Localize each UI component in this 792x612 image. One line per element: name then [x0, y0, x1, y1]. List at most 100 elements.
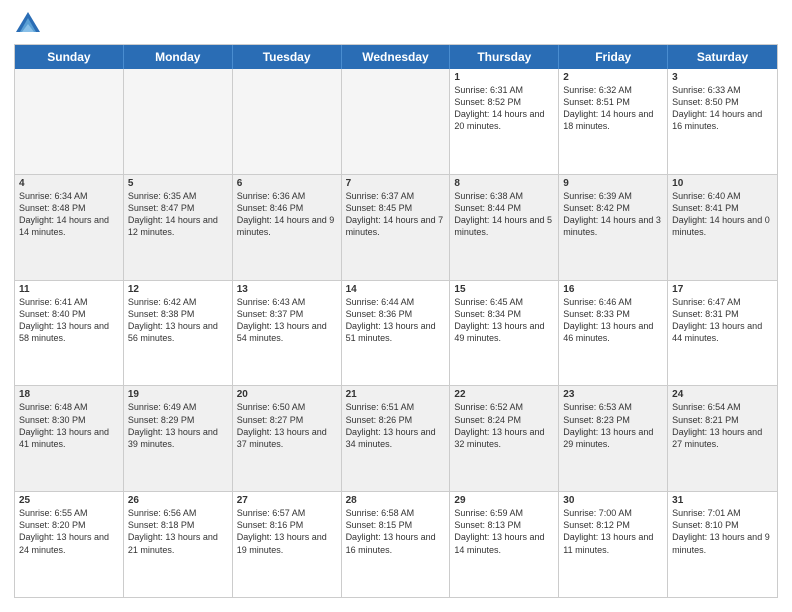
day-number: 26	[128, 495, 228, 506]
header-day-sunday: Sunday	[15, 45, 124, 69]
empty-cell	[124, 69, 233, 174]
day-info: Sunrise: 7:01 AM Sunset: 8:10 PM Dayligh…	[672, 507, 773, 556]
day-info: Sunrise: 6:45 AM Sunset: 8:34 PM Dayligh…	[454, 296, 554, 345]
day-number: 30	[563, 495, 663, 506]
day-cell-17: 17Sunrise: 6:47 AM Sunset: 8:31 PM Dayli…	[668, 281, 777, 386]
day-cell-21: 21Sunrise: 6:51 AM Sunset: 8:26 PM Dayli…	[342, 386, 451, 491]
day-info: Sunrise: 6:33 AM Sunset: 8:50 PM Dayligh…	[672, 84, 773, 133]
day-info: Sunrise: 6:37 AM Sunset: 8:45 PM Dayligh…	[346, 190, 446, 239]
header-day-monday: Monday	[124, 45, 233, 69]
day-cell-13: 13Sunrise: 6:43 AM Sunset: 8:37 PM Dayli…	[233, 281, 342, 386]
day-cell-26: 26Sunrise: 6:56 AM Sunset: 8:18 PM Dayli…	[124, 492, 233, 597]
day-number: 16	[563, 284, 663, 295]
page: SundayMondayTuesdayWednesdayThursdayFrid…	[0, 0, 792, 612]
day-cell-14: 14Sunrise: 6:44 AM Sunset: 8:36 PM Dayli…	[342, 281, 451, 386]
day-number: 17	[672, 284, 773, 295]
day-number: 11	[19, 284, 119, 295]
day-info: Sunrise: 6:39 AM Sunset: 8:42 PM Dayligh…	[563, 190, 663, 239]
calendar-row-5: 25Sunrise: 6:55 AM Sunset: 8:20 PM Dayli…	[15, 491, 777, 597]
day-number: 14	[346, 284, 446, 295]
day-cell-11: 11Sunrise: 6:41 AM Sunset: 8:40 PM Dayli…	[15, 281, 124, 386]
day-cell-31: 31Sunrise: 7:01 AM Sunset: 8:10 PM Dayli…	[668, 492, 777, 597]
day-cell-20: 20Sunrise: 6:50 AM Sunset: 8:27 PM Dayli…	[233, 386, 342, 491]
day-cell-3: 3Sunrise: 6:33 AM Sunset: 8:50 PM Daylig…	[668, 69, 777, 174]
day-number: 19	[128, 389, 228, 400]
day-number: 28	[346, 495, 446, 506]
day-info: Sunrise: 6:40 AM Sunset: 8:41 PM Dayligh…	[672, 190, 773, 239]
day-cell-23: 23Sunrise: 6:53 AM Sunset: 8:23 PM Dayli…	[559, 386, 668, 491]
day-number: 9	[563, 178, 663, 189]
logo	[14, 10, 46, 38]
header-day-tuesday: Tuesday	[233, 45, 342, 69]
day-number: 24	[672, 389, 773, 400]
day-cell-30: 30Sunrise: 7:00 AM Sunset: 8:12 PM Dayli…	[559, 492, 668, 597]
day-number: 12	[128, 284, 228, 295]
day-cell-15: 15Sunrise: 6:45 AM Sunset: 8:34 PM Dayli…	[450, 281, 559, 386]
day-info: Sunrise: 6:53 AM Sunset: 8:23 PM Dayligh…	[563, 401, 663, 450]
day-info: Sunrise: 6:56 AM Sunset: 8:18 PM Dayligh…	[128, 507, 228, 556]
day-cell-25: 25Sunrise: 6:55 AM Sunset: 8:20 PM Dayli…	[15, 492, 124, 597]
day-number: 20	[237, 389, 337, 400]
day-info: Sunrise: 6:52 AM Sunset: 8:24 PM Dayligh…	[454, 401, 554, 450]
empty-cell	[342, 69, 451, 174]
day-info: Sunrise: 6:54 AM Sunset: 8:21 PM Dayligh…	[672, 401, 773, 450]
day-number: 4	[19, 178, 119, 189]
logo-icon	[14, 10, 42, 38]
calendar-row-2: 4Sunrise: 6:34 AM Sunset: 8:48 PM Daylig…	[15, 174, 777, 280]
day-info: Sunrise: 6:36 AM Sunset: 8:46 PM Dayligh…	[237, 190, 337, 239]
day-info: Sunrise: 6:50 AM Sunset: 8:27 PM Dayligh…	[237, 401, 337, 450]
day-info: Sunrise: 7:00 AM Sunset: 8:12 PM Dayligh…	[563, 507, 663, 556]
day-info: Sunrise: 6:51 AM Sunset: 8:26 PM Dayligh…	[346, 401, 446, 450]
day-info: Sunrise: 6:32 AM Sunset: 8:51 PM Dayligh…	[563, 84, 663, 133]
calendar-row-4: 18Sunrise: 6:48 AM Sunset: 8:30 PM Dayli…	[15, 385, 777, 491]
day-info: Sunrise: 6:31 AM Sunset: 8:52 PM Dayligh…	[454, 84, 554, 133]
day-cell-4: 4Sunrise: 6:34 AM Sunset: 8:48 PM Daylig…	[15, 175, 124, 280]
day-number: 8	[454, 178, 554, 189]
day-cell-27: 27Sunrise: 6:57 AM Sunset: 8:16 PM Dayli…	[233, 492, 342, 597]
header	[14, 10, 778, 38]
calendar-row-3: 11Sunrise: 6:41 AM Sunset: 8:40 PM Dayli…	[15, 280, 777, 386]
day-cell-19: 19Sunrise: 6:49 AM Sunset: 8:29 PM Dayli…	[124, 386, 233, 491]
day-info: Sunrise: 6:42 AM Sunset: 8:38 PM Dayligh…	[128, 296, 228, 345]
day-number: 27	[237, 495, 337, 506]
day-info: Sunrise: 6:57 AM Sunset: 8:16 PM Dayligh…	[237, 507, 337, 556]
day-number: 22	[454, 389, 554, 400]
day-info: Sunrise: 6:47 AM Sunset: 8:31 PM Dayligh…	[672, 296, 773, 345]
day-number: 2	[563, 72, 663, 83]
day-info: Sunrise: 6:44 AM Sunset: 8:36 PM Dayligh…	[346, 296, 446, 345]
day-number: 3	[672, 72, 773, 83]
day-number: 13	[237, 284, 337, 295]
day-cell-29: 29Sunrise: 6:59 AM Sunset: 8:13 PM Dayli…	[450, 492, 559, 597]
calendar: SundayMondayTuesdayWednesdayThursdayFrid…	[14, 44, 778, 598]
day-cell-2: 2Sunrise: 6:32 AM Sunset: 8:51 PM Daylig…	[559, 69, 668, 174]
day-cell-18: 18Sunrise: 6:48 AM Sunset: 8:30 PM Dayli…	[15, 386, 124, 491]
empty-cell	[233, 69, 342, 174]
day-info: Sunrise: 6:55 AM Sunset: 8:20 PM Dayligh…	[19, 507, 119, 556]
calendar-header: SundayMondayTuesdayWednesdayThursdayFrid…	[15, 45, 777, 69]
day-cell-8: 8Sunrise: 6:38 AM Sunset: 8:44 PM Daylig…	[450, 175, 559, 280]
day-cell-28: 28Sunrise: 6:58 AM Sunset: 8:15 PM Dayli…	[342, 492, 451, 597]
day-info: Sunrise: 6:59 AM Sunset: 8:13 PM Dayligh…	[454, 507, 554, 556]
day-cell-22: 22Sunrise: 6:52 AM Sunset: 8:24 PM Dayli…	[450, 386, 559, 491]
day-number: 18	[19, 389, 119, 400]
day-number: 23	[563, 389, 663, 400]
header-day-saturday: Saturday	[668, 45, 777, 69]
day-number: 5	[128, 178, 228, 189]
calendar-body: 1Sunrise: 6:31 AM Sunset: 8:52 PM Daylig…	[15, 69, 777, 597]
calendar-row-1: 1Sunrise: 6:31 AM Sunset: 8:52 PM Daylig…	[15, 69, 777, 174]
day-cell-1: 1Sunrise: 6:31 AM Sunset: 8:52 PM Daylig…	[450, 69, 559, 174]
day-info: Sunrise: 6:48 AM Sunset: 8:30 PM Dayligh…	[19, 401, 119, 450]
header-day-wednesday: Wednesday	[342, 45, 451, 69]
day-cell-10: 10Sunrise: 6:40 AM Sunset: 8:41 PM Dayli…	[668, 175, 777, 280]
day-cell-6: 6Sunrise: 6:36 AM Sunset: 8:46 PM Daylig…	[233, 175, 342, 280]
day-info: Sunrise: 6:43 AM Sunset: 8:37 PM Dayligh…	[237, 296, 337, 345]
day-number: 15	[454, 284, 554, 295]
day-number: 7	[346, 178, 446, 189]
header-day-thursday: Thursday	[450, 45, 559, 69]
day-info: Sunrise: 6:49 AM Sunset: 8:29 PM Dayligh…	[128, 401, 228, 450]
day-cell-24: 24Sunrise: 6:54 AM Sunset: 8:21 PM Dayli…	[668, 386, 777, 491]
day-number: 6	[237, 178, 337, 189]
day-cell-12: 12Sunrise: 6:42 AM Sunset: 8:38 PM Dayli…	[124, 281, 233, 386]
day-cell-9: 9Sunrise: 6:39 AM Sunset: 8:42 PM Daylig…	[559, 175, 668, 280]
day-info: Sunrise: 6:34 AM Sunset: 8:48 PM Dayligh…	[19, 190, 119, 239]
